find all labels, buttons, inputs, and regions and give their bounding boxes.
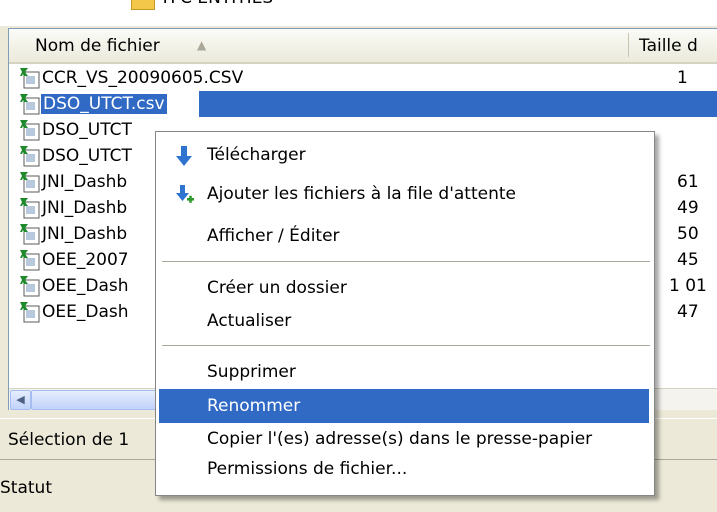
spreadsheet-file-icon	[20, 94, 40, 115]
menu-item-create-folder[interactable]: Créer un dossier	[159, 271, 649, 305]
spreadsheet-file-icon	[20, 276, 40, 297]
menu-item-label: Supprimer	[207, 362, 296, 382]
menu-item-label: Ajouter les fichiers à la file d'attente	[207, 184, 516, 204]
add-queue-icon	[176, 185, 194, 203]
menu-item-view-edit[interactable]: Afficher / Éditer	[159, 219, 649, 253]
status-label: Statut	[0, 478, 52, 498]
table-row-selected[interactable]: DSO_UTCT.csv	[9, 91, 717, 117]
menu-item-download[interactable]: Télécharger	[159, 138, 649, 172]
menu-item-label: Créer un dossier	[207, 278, 347, 298]
file-name: JNI_Dashb	[42, 224, 128, 244]
file-size: 47	[677, 302, 699, 322]
top-folder-strip: TFC ENTITIES	[0, 0, 717, 26]
clipped-folder-label: TFC ENTITIES	[160, 0, 273, 8]
spreadsheet-file-icon	[20, 250, 40, 271]
file-size: 45	[677, 250, 699, 270]
menu-item-label: Permissions de fichier...	[207, 459, 408, 479]
menu-item-add-to-queue[interactable]: Ajouter les fichiers à la file d'attente	[159, 177, 649, 211]
file-size: 1	[677, 68, 688, 88]
menu-item-label: Renommer	[207, 396, 301, 416]
menu-separator	[162, 345, 650, 349]
selection-count-text: Sélection de 1	[8, 430, 130, 450]
file-name: DSO_UTCT.csv	[41, 94, 167, 114]
column-separator[interactable]	[628, 33, 629, 57]
menu-item-refresh[interactable]: Actualiser	[159, 304, 649, 338]
download-arrow-icon	[176, 146, 192, 166]
menu-item-label: Copier l'(es) adresse(s) dans le presse-…	[207, 429, 593, 449]
file-size: 50	[677, 224, 699, 244]
menu-item-delete[interactable]: Supprimer	[159, 355, 649, 389]
menu-item-label: Télécharger	[207, 145, 306, 165]
menu-item-rename[interactable]: Renommer	[159, 389, 649, 423]
file-name: JNI_Dashb	[42, 198, 128, 218]
file-name: OEE_Dash	[42, 302, 129, 322]
spreadsheet-file-icon	[20, 120, 40, 141]
list-header: Nom de fichier ▲ Taille d	[9, 29, 717, 64]
sort-ascending-icon: ▲	[197, 38, 207, 52]
selection-highlight	[199, 91, 717, 117]
file-name: CCR_VS_20090605.CSV	[42, 68, 244, 88]
file-name: OEE_2007	[42, 250, 129, 270]
file-size: 61	[677, 172, 699, 192]
spreadsheet-file-icon	[20, 302, 40, 323]
column-header-filename[interactable]: Nom de fichier	[35, 36, 160, 56]
menu-item-label: Actualiser	[207, 311, 292, 331]
scrollbar-thumb[interactable]	[31, 390, 163, 410]
spreadsheet-file-icon	[20, 68, 40, 89]
column-header-size[interactable]: Taille d	[639, 36, 698, 56]
spreadsheet-file-icon	[20, 172, 40, 193]
spreadsheet-file-icon	[20, 146, 40, 167]
spreadsheet-file-icon	[20, 198, 40, 219]
scroll-left-icon[interactable]: ◀	[10, 390, 31, 410]
file-name: JNI_Dashb	[42, 172, 128, 192]
menu-item-label: Afficher / Éditer	[207, 226, 340, 246]
file-size: 1 01	[669, 276, 707, 296]
folder-icon	[131, 0, 155, 10]
menu-item-file-permissions[interactable]: Permissions de fichier...	[159, 452, 649, 486]
context-menu: Télécharger Ajouter les fichiers à la fi…	[155, 131, 655, 496]
file-name: OEE_Dash	[42, 276, 129, 296]
file-size: 49	[677, 198, 699, 218]
menu-item-copy-address[interactable]: Copier l'(es) adresse(s) dans le presse-…	[159, 422, 649, 456]
file-name: DSO_UTCT	[42, 146, 132, 166]
file-name: DSO_UTCT	[42, 120, 132, 140]
spreadsheet-file-icon	[20, 224, 40, 245]
menu-separator	[162, 261, 650, 265]
table-row[interactable]: CCR_VS_20090605.CSV 1	[9, 65, 717, 91]
